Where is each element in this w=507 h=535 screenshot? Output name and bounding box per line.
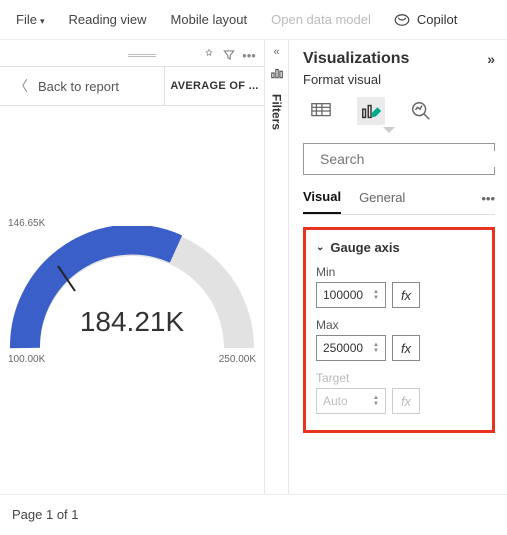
max-input[interactable]: 250000 ▲▼ bbox=[316, 335, 386, 361]
target-label: Target bbox=[316, 371, 482, 385]
visualizations-pane: Visualizations » Format visual Visual Ge… bbox=[289, 40, 507, 494]
pin-icon[interactable] bbox=[202, 48, 216, 62]
pane-subtitle: Format visual bbox=[303, 72, 495, 87]
build-visual-icon[interactable] bbox=[307, 97, 335, 125]
max-label: Max bbox=[316, 318, 482, 332]
menu-copilot[interactable]: Copilot bbox=[385, 5, 465, 35]
back-to-report-button[interactable]: 〈 Back to report bbox=[0, 76, 164, 96]
spinner-icon[interactable]: ▲▼ bbox=[373, 342, 379, 354]
menu-reading-view[interactable]: Reading view bbox=[58, 6, 156, 33]
min-label: Min bbox=[316, 265, 482, 279]
menu-mobile-layout[interactable]: Mobile layout bbox=[161, 6, 258, 33]
format-search[interactable] bbox=[303, 143, 495, 175]
filter-icon[interactable] bbox=[222, 48, 236, 62]
target-input: Auto ▲▼ bbox=[316, 388, 386, 414]
expand-pane-icon[interactable]: » bbox=[487, 51, 495, 67]
target-fx-button: fx bbox=[392, 388, 420, 414]
pane-title: Visualizations bbox=[303, 50, 409, 68]
tab-visual[interactable]: Visual bbox=[303, 189, 341, 214]
copilot-icon bbox=[393, 11, 411, 29]
tabs-more-icon[interactable]: ••• bbox=[481, 191, 495, 212]
section-header-gauge-axis[interactable]: ⌄ Gauge axis bbox=[316, 240, 482, 255]
active-tab-caret-icon bbox=[383, 127, 395, 133]
more-icon[interactable]: ••• bbox=[242, 48, 256, 62]
status-bar: Page 1 of 1 bbox=[0, 495, 507, 533]
gauge-value: 184.21K bbox=[0, 306, 264, 338]
gauge-min-label: 100.00K bbox=[8, 354, 45, 365]
spinner-icon[interactable]: ▲▼ bbox=[373, 289, 379, 301]
tab-general[interactable]: General bbox=[359, 190, 405, 213]
min-input[interactable]: 100000 ▲▼ bbox=[316, 282, 386, 308]
drag-handle-icon[interactable] bbox=[128, 54, 156, 57]
gauge-visual[interactable]: 146.65K 184.21K 100.00K 250.00K bbox=[0, 106, 264, 426]
format-tabs: Visual General ••• bbox=[303, 189, 495, 215]
menu-open-data-model: Open data model bbox=[261, 6, 381, 33]
chevron-down-icon: ⌄ bbox=[316, 242, 324, 253]
search-input[interactable] bbox=[320, 151, 501, 167]
report-canvas: ••• 〈 Back to report AVERAGE OF ... 146.… bbox=[0, 40, 265, 494]
menu-file[interactable]: File▾ bbox=[6, 6, 54, 33]
chevron-left-icon: 〈 bbox=[14, 76, 28, 96]
max-fx-button[interactable]: fx bbox=[392, 335, 420, 361]
gauge-max-label: 250.00K bbox=[219, 354, 256, 365]
page-indicator: Page 1 of 1 bbox=[12, 507, 79, 522]
bar-chart-icon[interactable] bbox=[270, 66, 284, 80]
gauge-axis-section: ⌄ Gauge axis Min 100000 ▲▼ fx Max 250000… bbox=[303, 227, 495, 433]
format-visual-icon[interactable] bbox=[357, 97, 385, 125]
analytics-icon[interactable] bbox=[407, 97, 435, 125]
filters-rail: « Filters bbox=[265, 40, 289, 494]
min-fx-button[interactable]: fx bbox=[392, 282, 420, 308]
chevron-down-icon: ▾ bbox=[40, 16, 45, 26]
spinner-icon: ▲▼ bbox=[373, 395, 379, 407]
visual-header: ••• bbox=[0, 40, 264, 66]
collapse-filters-icon[interactable]: « bbox=[273, 46, 279, 58]
visual-title: AVERAGE OF ... bbox=[164, 67, 264, 105]
top-menu-bar: File▾ Reading view Mobile layout Open da… bbox=[0, 0, 507, 40]
filters-label[interactable]: Filters bbox=[270, 94, 284, 130]
